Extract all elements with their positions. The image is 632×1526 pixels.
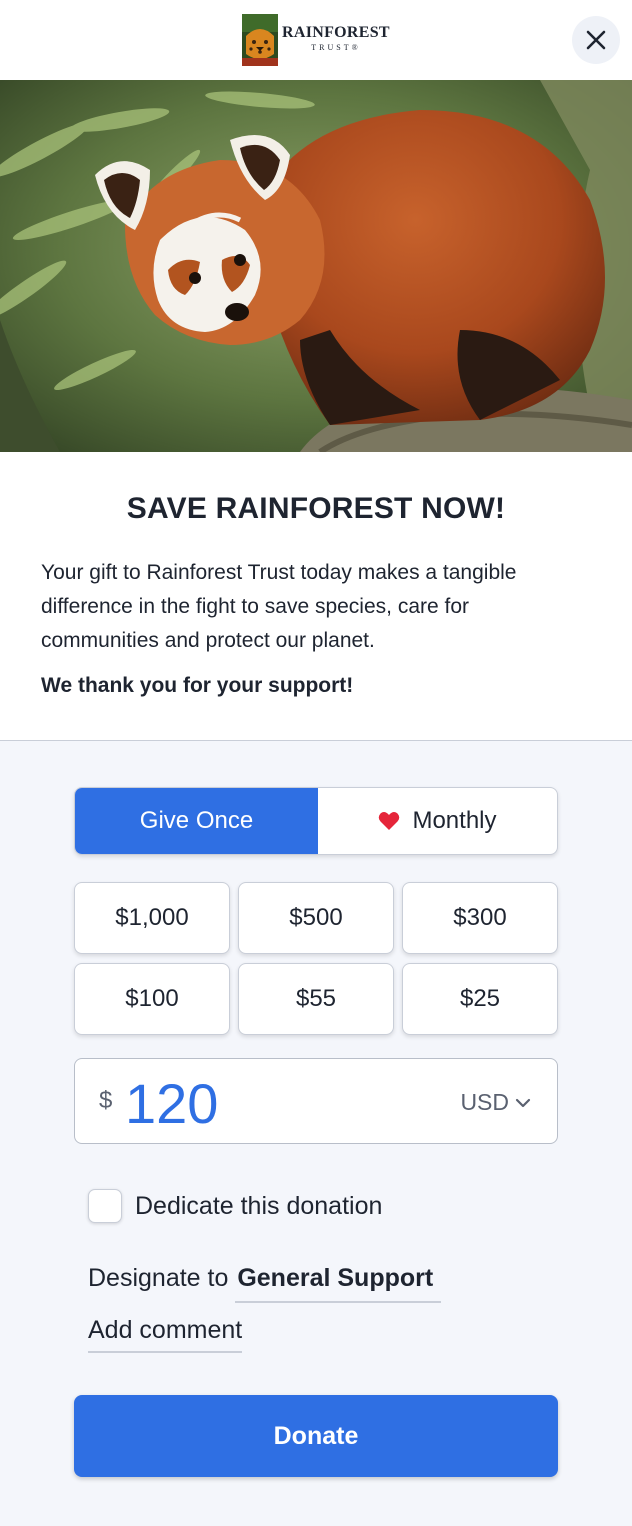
page-title: SAVE RAINFOREST NOW!: [126, 492, 506, 525]
amount-label: $100: [125, 985, 179, 1012]
hero-image: [0, 80, 632, 452]
dedicate-label: Dedicate this donation: [135, 1191, 383, 1220]
amount-button-100[interactable]: $100: [74, 963, 230, 1035]
frequency-toggle: Give Once Monthly: [74, 787, 558, 855]
amount-button-300[interactable]: $300: [402, 882, 558, 954]
logo-subtitle: TRUST®: [311, 43, 361, 52]
amount-value[interactable]: 120: [125, 1071, 218, 1136]
currency-select[interactable]: USD: [460, 1089, 531, 1116]
amount-label: $55: [295, 985, 337, 1012]
amount-button-25[interactable]: $25: [402, 963, 558, 1035]
donate-button[interactable]: Donate: [74, 1395, 558, 1477]
give-once-label: Give Once: [139, 807, 254, 834]
amount-button-500[interactable]: $500: [238, 882, 394, 954]
heart-icon: [379, 812, 400, 830]
currency-symbol: $: [99, 1087, 113, 1114]
monthly-button[interactable]: Monthly: [318, 788, 557, 854]
designate-row: Designate to General Support: [88, 1264, 442, 1303]
rainforest-trust-logo[interactable]: RAINFOREST TRUST®: [242, 14, 392, 66]
dedicate-checkbox-row[interactable]: Dedicate this donation: [88, 1189, 382, 1223]
close-button[interactable]: [572, 16, 620, 64]
give-once-button[interactable]: Give Once: [75, 788, 318, 854]
designate-select[interactable]: General Support: [235, 1264, 442, 1303]
designate-prefix: Designate to: [88, 1264, 229, 1292]
amount-button-1000[interactable]: $1,000: [74, 882, 230, 954]
currency-label: USD: [460, 1089, 509, 1115]
amount-button-55[interactable]: $55: [238, 963, 394, 1035]
jaguar-logo-icon: [242, 14, 278, 66]
amount-label: $300: [453, 904, 507, 931]
amount-label: $1,000: [115, 904, 189, 931]
amount-input[interactable]: $ 120 USD: [74, 1058, 558, 1144]
amount-label: $25: [459, 985, 501, 1012]
chevron-down-icon: [515, 1098, 531, 1107]
add-comment-link[interactable]: Add comment: [88, 1316, 243, 1353]
amount-label: $500: [289, 904, 343, 931]
donate-label: Donate: [273, 1421, 359, 1450]
thanks-text: We thank you for your support!: [41, 674, 354, 697]
logo-title: RAINFOREST: [282, 24, 390, 41]
intro-description: Your gift to Rainforest Trust today make…: [41, 561, 517, 652]
close-icon: [586, 30, 606, 50]
red-panda-photo: [0, 80, 632, 452]
intro-section: SAVE RAINFOREST NOW! Your gift to Rainfo…: [0, 452, 632, 741]
dedicate-checkbox[interactable]: [88, 1189, 122, 1223]
header: RAINFOREST TRUST®: [0, 0, 632, 80]
monthly-label: Monthly: [412, 807, 497, 834]
